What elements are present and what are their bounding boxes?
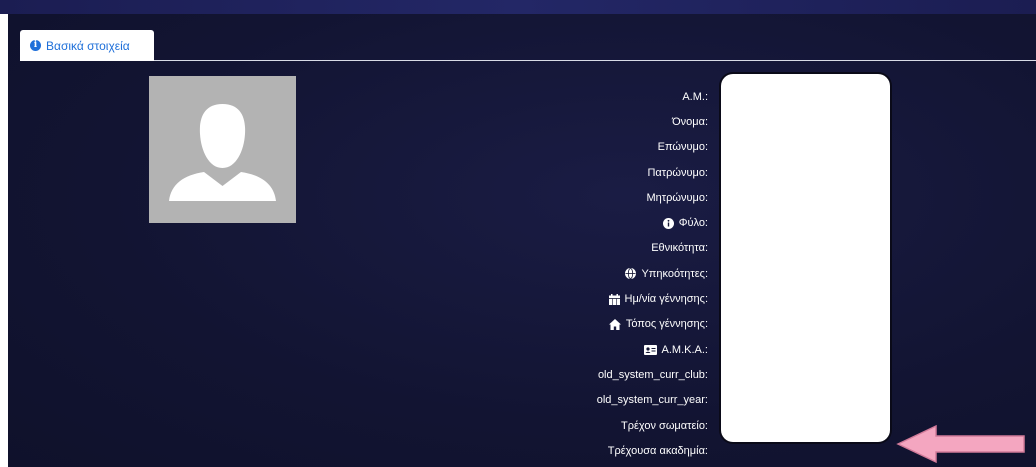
field-label: Υπηκοότητες:	[641, 267, 708, 280]
field-label: Μητρώνυμο:	[646, 191, 709, 204]
field-nationality: Εθνικότητα:	[528, 236, 708, 261]
field-label: Εθνικότητα:	[651, 242, 708, 255]
field-label: old_system_curr_club:	[597, 368, 708, 381]
profile-panel: i Βασικά στοιχεία Α.Μ.: Όνομα: Επώνυμο: …	[8, 14, 1036, 467]
field-label: old_system_curr_year:	[596, 394, 708, 407]
field-citizenships: Υπηκοότητες:	[528, 261, 708, 286]
field-label: Α.Μ.:	[682, 90, 708, 103]
field-labels: Α.Μ.: Όνομα: Επώνυμο: Πατρώνυμο: Μητρώνυ…	[528, 84, 708, 463]
tab-bar: i Βασικά στοιχεία	[8, 14, 1036, 61]
info-circle-icon[interactable]	[662, 217, 674, 229]
field-label: Φύλο:	[678, 217, 708, 230]
top-bar	[0, 0, 1036, 14]
field-label: Τόπος γέννησης:	[625, 318, 708, 331]
home-icon	[608, 318, 621, 330]
field-label: Τρέχον σωματείο:	[621, 419, 708, 432]
field-old-system-curr-year: old_system_curr_year:	[528, 388, 708, 413]
tab-divider	[154, 60, 1036, 61]
field-label: Πατρώνυμο:	[647, 166, 708, 179]
field-label: Τρέχουσα ακαδημία:	[607, 444, 708, 457]
tab-label: Βασικά στοιχεία	[46, 38, 130, 53]
field-amka: Α.Μ.Κ.Α.:	[528, 337, 708, 362]
field-birth-date: Ημ/νία γέννησης:	[528, 286, 708, 311]
pointer-arrow-icon	[896, 424, 1025, 464]
avatar	[149, 76, 296, 223]
field-label: Ημ/νία γέννησης:	[624, 293, 708, 306]
tab-basic-info[interactable]: i Βασικά στοιχεία	[20, 30, 154, 61]
globe-icon	[625, 268, 637, 280]
id-card-icon	[643, 344, 657, 355]
field-label: Όνομα:	[672, 115, 708, 128]
field-current-club: Τρέχον σωματείο:	[528, 413, 708, 438]
field-label: Επώνυμο:	[657, 141, 708, 154]
redacted-values-box	[721, 74, 890, 442]
field-current-academy: Τρέχουσα ακαδημία:	[528, 438, 708, 463]
field-old-system-curr-club: old_system_curr_club:	[528, 362, 708, 387]
field-surname: Επώνυμο:	[528, 135, 708, 160]
field-label: Α.Μ.Κ.Α.:	[661, 343, 708, 356]
user-silhouette-icon	[149, 76, 296, 223]
field-birth-place: Τόπος γέννησης:	[528, 312, 708, 337]
field-fathers-name: Πατρώνυμο:	[528, 160, 708, 185]
field-am: Α.Μ.:	[528, 84, 708, 109]
calendar-icon	[608, 293, 620, 305]
field-name: Όνομα:	[528, 109, 708, 134]
info-circle-icon: i	[30, 40, 41, 51]
field-mothers-name: Μητρώνυμο:	[528, 185, 709, 210]
field-gender: Φύλο:	[528, 210, 708, 235]
